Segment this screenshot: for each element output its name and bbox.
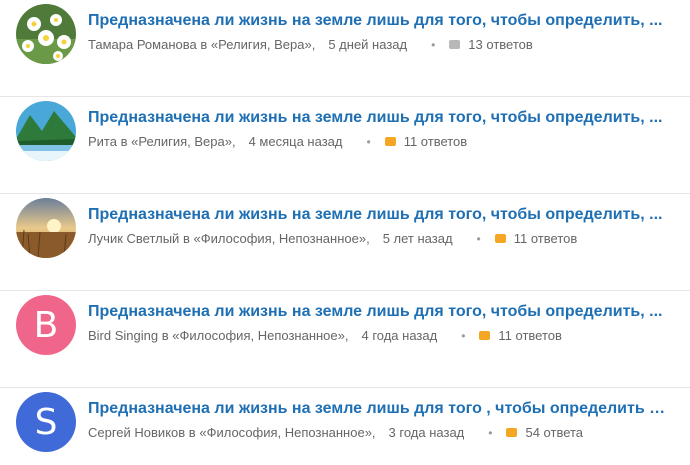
separator-dot: • xyxy=(488,425,493,440)
category-link[interactable]: Религия, Вера xyxy=(138,134,224,149)
question-title[interactable]: Предназначена ли жизнь на земле лишь для… xyxy=(88,12,668,30)
question-item[interactable]: Предназначена ли жизнь на земле лишь для… xyxy=(0,0,690,97)
question-title[interactable]: Предназначена ли жизнь на земле лишь для… xyxy=(88,303,668,321)
quote-close: », xyxy=(358,231,370,246)
answers-count[interactable]: 11 ответов xyxy=(514,231,578,246)
question-age: 4 месяца назад xyxy=(248,134,343,149)
author-link[interactable]: Тамара Романова xyxy=(88,37,197,52)
comment-bubble-icon xyxy=(449,40,461,49)
avatar[interactable] xyxy=(16,101,76,161)
quote-close: », xyxy=(304,37,316,52)
sunset-field-photo-icon xyxy=(16,198,76,258)
quote-close: », xyxy=(364,425,376,440)
category-link[interactable]: Религия, Вера xyxy=(218,37,304,52)
question-item[interactable]: Предназначена ли жизнь на земле лишь для… xyxy=(0,97,690,194)
question-item[interactable]: S Предназначена ли жизнь на земле лишь д… xyxy=(0,388,690,465)
quote-open: « xyxy=(131,134,139,149)
avatar[interactable] xyxy=(16,198,76,258)
question-meta: Bird Singing в «Философия, Непознанное»,… xyxy=(88,328,562,343)
in-word: в xyxy=(120,134,128,149)
comment-bubble-icon xyxy=(384,137,396,146)
question-meta: Тамара Романова в «Религия, Вера», 5 дне… xyxy=(88,37,533,52)
quote-open: « xyxy=(193,231,201,246)
avatar[interactable] xyxy=(16,4,76,64)
separator-dot: • xyxy=(366,134,371,149)
answers-count[interactable]: 54 ответа xyxy=(525,425,583,440)
author-link[interactable]: Bird Singing xyxy=(88,328,158,343)
question-age: 3 года назад xyxy=(388,425,465,440)
quote-open: « xyxy=(172,328,180,343)
question-age: 4 года назад xyxy=(361,328,438,343)
in-word: в xyxy=(200,37,208,52)
author-link[interactable]: Рита xyxy=(88,134,117,149)
separator-dot: • xyxy=(476,231,481,246)
category-link[interactable]: Философия, Непознанное xyxy=(201,231,359,246)
in-word: в xyxy=(188,425,196,440)
avatar[interactable]: S xyxy=(16,392,76,452)
question-meta: Сергей Новиков в «Философия, Непознанное… xyxy=(88,425,583,440)
mountain-lake-photo-icon xyxy=(16,101,76,161)
author-link[interactable]: Сергей Новиков xyxy=(88,425,185,440)
in-word: в xyxy=(161,328,169,343)
avatar-letter: S xyxy=(34,401,58,443)
answers-count[interactable]: 13 ответов xyxy=(468,37,532,52)
question-title[interactable]: Предназначена ли жизнь на земле лишь для… xyxy=(88,400,668,418)
questions-list: Предназначена ли жизнь на земле лишь для… xyxy=(0,0,690,465)
question-title[interactable]: Предназначена ли жизнь на земле лишь для… xyxy=(88,109,668,127)
separator-dot: • xyxy=(461,328,466,343)
answers-count[interactable]: 11 ответов xyxy=(404,134,468,149)
quote-close: », xyxy=(224,134,236,149)
quote-open: « xyxy=(199,425,207,440)
question-item[interactable]: Предназначена ли жизнь на земле лишь для… xyxy=(0,194,690,291)
category-link[interactable]: Философия, Непознанное xyxy=(207,425,365,440)
comment-bubble-icon xyxy=(506,428,518,437)
separator-dot: • xyxy=(431,37,436,52)
author-link[interactable]: Лучик Светлый xyxy=(88,231,179,246)
daisy-flowers-photo-icon xyxy=(16,4,76,64)
question-item[interactable]: B Предназначена ли жизнь на земле лишь д… xyxy=(0,291,690,388)
comment-bubble-icon xyxy=(479,331,491,340)
comment-bubble-icon xyxy=(494,234,506,243)
question-title[interactable]: Предназначена ли жизнь на земле лишь для… xyxy=(88,206,668,224)
question-meta: Рита в «Религия, Вера», 4 месяца назад •… xyxy=(88,134,467,149)
quote-open: « xyxy=(210,37,219,52)
category-link[interactable]: Философия, Непознанное xyxy=(180,328,338,343)
avatar[interactable]: B xyxy=(16,295,76,355)
avatar-letter: B xyxy=(33,304,59,346)
question-meta: Лучик Светлый в «Философия, Непознанное»… xyxy=(88,231,577,246)
question-age: 5 дней назад xyxy=(328,37,408,52)
question-age: 5 лет назад xyxy=(382,231,453,246)
in-word: в xyxy=(182,231,190,246)
answers-count[interactable]: 11 ответов xyxy=(498,328,562,343)
quote-close: », xyxy=(337,328,349,343)
